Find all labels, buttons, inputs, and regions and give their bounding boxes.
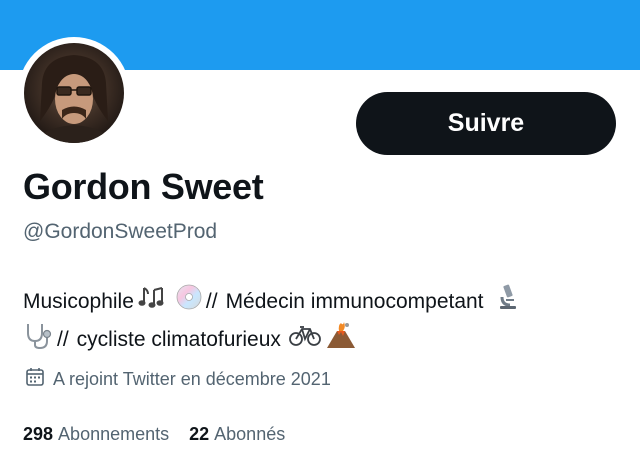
avatar[interactable] xyxy=(24,43,124,143)
volcano-icon xyxy=(325,321,357,359)
profile-name: Gordon Sweet xyxy=(23,166,264,207)
bio-text-musicophile: Musicophile xyxy=(23,290,134,313)
following-label: Abonnements xyxy=(58,424,170,444)
followers-link[interactable]: 22 Abonnés xyxy=(189,424,285,445)
following-link[interactable]: 298 Abonnements xyxy=(23,424,169,445)
bio-line-1: Musicophile // Médecin immunocompetant xyxy=(23,283,613,321)
follow-stats: 298 Abonnements 22 Abonnés xyxy=(23,424,285,445)
bio-text-cycliste: cycliste climatofurieux xyxy=(76,328,281,351)
bio-line-2: // cycliste climatofurieux xyxy=(23,321,613,359)
bio-text-separator-1: // xyxy=(205,290,218,313)
followers-count: 22 xyxy=(189,424,210,444)
profile-bio: Musicophile // Médecin immunocompetant /… xyxy=(23,283,613,359)
joined-date: A rejoint Twitter en décembre 2021 xyxy=(25,367,331,392)
following-count: 298 xyxy=(23,424,54,444)
bicycle-icon xyxy=(289,323,321,357)
bio-text-separator-2: // xyxy=(57,328,69,351)
bio-text-medecin: Médecin immunocompetant xyxy=(225,290,484,313)
profile-handle: @GordonSweetProd xyxy=(23,220,218,243)
music-notes-icon xyxy=(138,284,168,320)
calendar-icon xyxy=(25,367,45,392)
cd-disc-icon xyxy=(176,284,202,320)
stethoscope-icon xyxy=(23,321,53,359)
joined-text: A rejoint Twitter en décembre 2021 xyxy=(53,369,331,389)
microscope-icon xyxy=(496,283,520,321)
follow-button[interactable]: Suivre xyxy=(356,92,616,155)
followers-label: Abonnés xyxy=(214,424,286,444)
